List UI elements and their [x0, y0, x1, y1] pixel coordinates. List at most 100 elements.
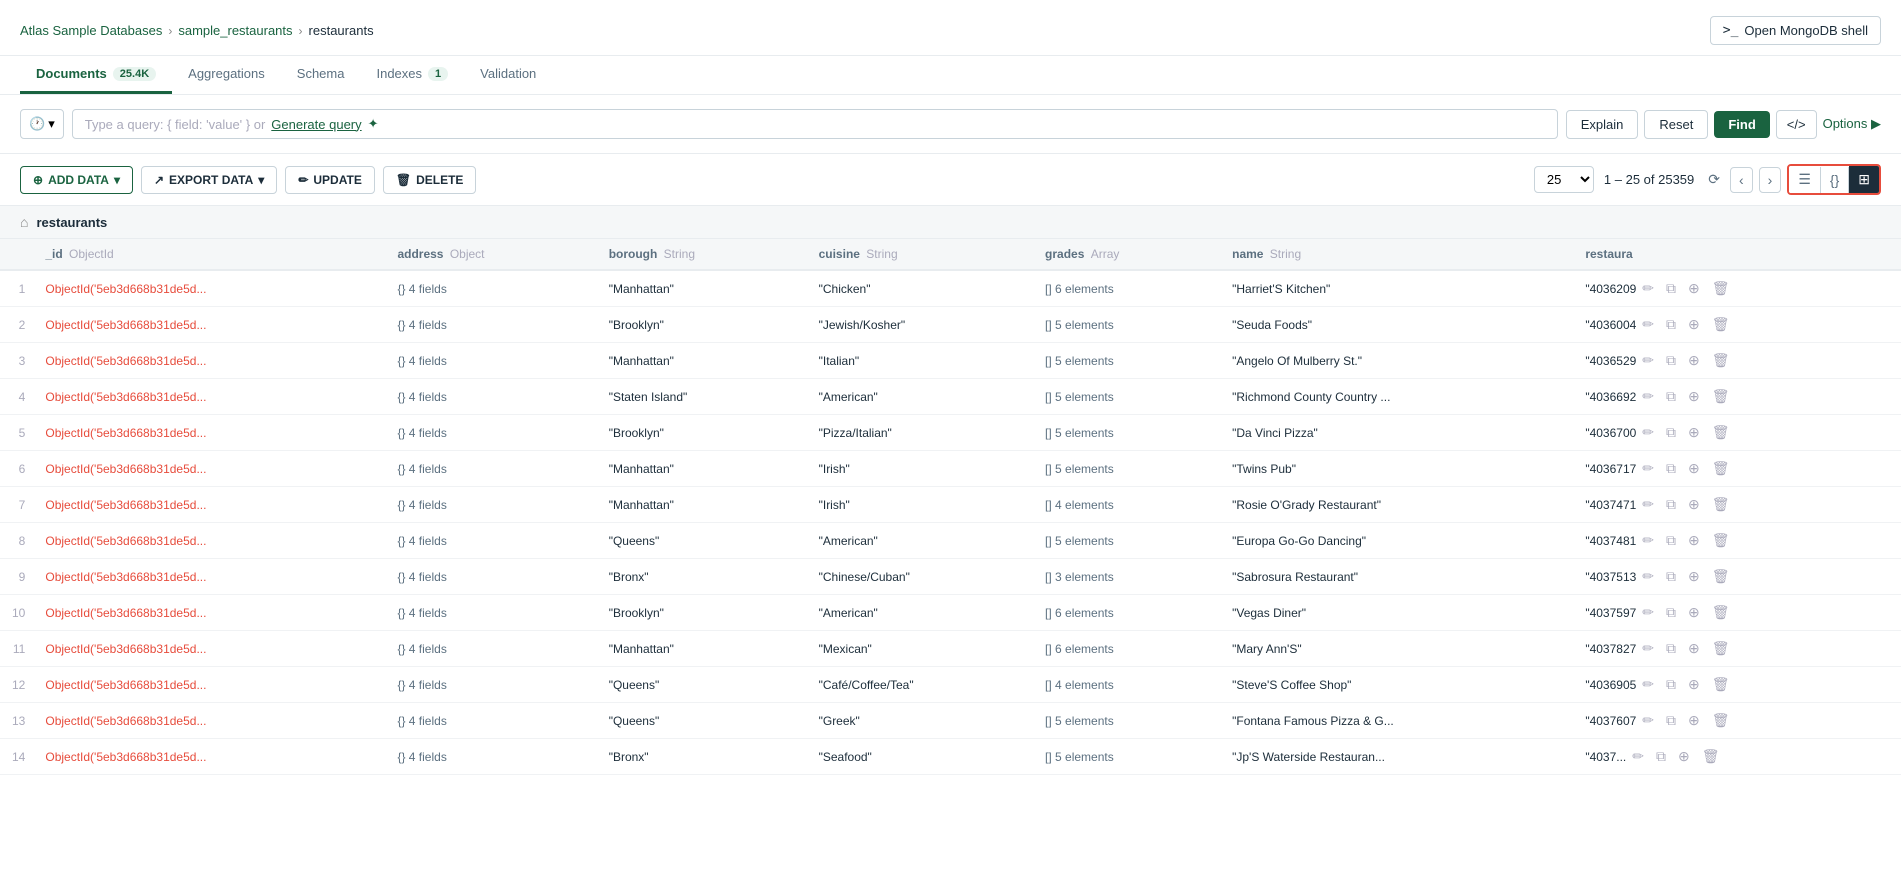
copy-row-button[interactable]: ⧉ — [1662, 422, 1680, 443]
delete-row-button[interactable]: 🗑 — [1708, 566, 1734, 587]
copy-row-button[interactable]: ⧉ — [1662, 494, 1680, 515]
delete-row-button[interactable]: 🗑 — [1708, 530, 1734, 551]
edit-row-button[interactable]: ✏ — [1638, 638, 1658, 659]
add-data-button[interactable]: ⊕ ADD DATA ▾ — [20, 166, 133, 194]
copy-row-button[interactable]: ⧉ — [1652, 746, 1670, 767]
delete-row-button[interactable]: 🗑 — [1708, 638, 1734, 659]
generate-query-link[interactable]: Generate query — [271, 117, 361, 132]
delete-row-button[interactable]: 🗑 — [1698, 746, 1724, 767]
export-data-button[interactable]: ↗ EXPORT DATA ▾ — [141, 166, 277, 194]
object-id-link[interactable]: ObjectId('5eb3d668b31de5d... — [45, 678, 206, 692]
clone-row-button[interactable]: ⊕ — [1684, 530, 1704, 551]
object-id-link[interactable]: ObjectId('5eb3d668b31de5d... — [45, 714, 206, 728]
refresh-button[interactable]: ⟳ — [1704, 167, 1724, 192]
tab-indexes[interactable]: Indexes 1 — [360, 56, 464, 94]
edit-row-button[interactable]: ✏ — [1638, 422, 1658, 443]
delete-row-button[interactable]: 🗑 — [1708, 422, 1734, 443]
clone-row-button[interactable]: ⊕ — [1684, 494, 1704, 515]
object-id-link[interactable]: ObjectId('5eb3d668b31de5d... — [45, 642, 206, 656]
delete-row-button[interactable]: 🗑 — [1708, 674, 1734, 695]
clone-row-button[interactable]: ⊕ — [1684, 638, 1704, 659]
delete-row-button[interactable]: 🗑 — [1708, 458, 1734, 479]
copy-row-button[interactable]: ⧉ — [1662, 530, 1680, 551]
delete-button[interactable]: 🗑 DELETE — [383, 166, 477, 194]
clone-row-button[interactable]: ⊕ — [1684, 278, 1704, 299]
copy-row-button[interactable]: ⧉ — [1662, 278, 1680, 299]
copy-row-button[interactable]: ⧉ — [1662, 674, 1680, 695]
copy-row-button[interactable]: ⧉ — [1662, 566, 1680, 587]
object-id-link[interactable]: ObjectId('5eb3d668b31de5d... — [45, 498, 206, 512]
edit-row-button[interactable]: ✏ — [1638, 314, 1658, 335]
explain-button[interactable]: Explain — [1566, 110, 1639, 139]
object-id-link[interactable]: ObjectId('5eb3d668b31de5d... — [45, 750, 206, 764]
copy-row-button[interactable]: ⧉ — [1662, 710, 1680, 731]
find-button[interactable]: Find — [1714, 111, 1769, 138]
delete-row-button[interactable]: 🗑 — [1708, 494, 1734, 515]
clone-row-button[interactable]: ⊕ — [1684, 350, 1704, 371]
edit-row-button[interactable]: ✏ — [1638, 494, 1658, 515]
delete-row-button[interactable]: 🗑 — [1708, 314, 1734, 335]
code-button[interactable]: </> — [1776, 110, 1817, 139]
edit-row-button[interactable]: ✏ — [1638, 458, 1658, 479]
object-id-link[interactable]: ObjectId('5eb3d668b31de5d... — [45, 318, 206, 332]
object-id-link[interactable]: ObjectId('5eb3d668b31de5d... — [45, 570, 206, 584]
query-history-button[interactable]: 🕐 ▾ — [20, 109, 64, 139]
reset-button[interactable]: Reset — [1644, 110, 1708, 139]
prev-page-button[interactable]: ‹ — [1730, 167, 1753, 193]
clone-row-button[interactable]: ⊕ — [1684, 314, 1704, 335]
object-id-link[interactable]: ObjectId('5eb3d668b31de5d... — [45, 606, 206, 620]
edit-row-button[interactable]: ✏ — [1638, 602, 1658, 623]
page-size-select[interactable]: 25 50 100 — [1534, 166, 1594, 193]
delete-row-button[interactable]: 🗑 — [1708, 386, 1734, 407]
edit-row-button[interactable]: ✏ — [1638, 278, 1658, 299]
clone-row-button[interactable]: ⊕ — [1684, 458, 1704, 479]
clone-row-button[interactable]: ⊕ — [1684, 710, 1704, 731]
tab-documents[interactable]: Documents 25.4K — [20, 56, 172, 94]
delete-row-button[interactable]: 🗑 — [1708, 350, 1734, 371]
clone-row-button[interactable]: ⊕ — [1684, 566, 1704, 587]
copy-row-button[interactable]: ⧉ — [1662, 386, 1680, 407]
copy-row-button[interactable]: ⧉ — [1662, 350, 1680, 371]
clone-row-button[interactable]: ⊕ — [1684, 674, 1704, 695]
clone-row-button[interactable]: ⊕ — [1684, 386, 1704, 407]
clone-row-button[interactable]: ⊕ — [1684, 602, 1704, 623]
edit-row-button[interactable]: ✏ — [1628, 746, 1648, 767]
object-id-link[interactable]: ObjectId('5eb3d668b31de5d... — [45, 282, 206, 296]
copy-row-button[interactable]: ⧉ — [1662, 314, 1680, 335]
copy-row-button[interactable]: ⧉ — [1662, 602, 1680, 623]
copy-row-button[interactable]: ⧉ — [1662, 458, 1680, 479]
tab-validation[interactable]: Validation — [464, 56, 552, 94]
update-button[interactable]: ✏ UPDATE — [285, 166, 375, 194]
clone-row-button[interactable]: ⊕ — [1674, 746, 1694, 767]
list-view-button[interactable]: ☰ — [1789, 166, 1820, 193]
next-page-button[interactable]: › — [1759, 167, 1782, 193]
object-id-link[interactable]: ObjectId('5eb3d668b31de5d... — [45, 426, 206, 440]
edit-row-button[interactable]: ✏ — [1638, 386, 1658, 407]
delete-row-button[interactable]: 🗑 — [1708, 710, 1734, 731]
copy-row-button[interactable]: ⧉ — [1662, 638, 1680, 659]
edit-row-button[interactable]: ✏ — [1638, 530, 1658, 551]
edit-row-button[interactable]: ✏ — [1638, 350, 1658, 371]
table-view-button[interactable]: ⊞ — [1849, 166, 1879, 193]
clone-row-button[interactable]: ⊕ — [1684, 422, 1704, 443]
object-id-link[interactable]: ObjectId('5eb3d668b31de5d... — [45, 354, 206, 368]
json-view-button[interactable]: {} — [1821, 167, 1848, 193]
edit-row-button[interactable]: ✏ — [1638, 674, 1658, 695]
open-shell-button[interactable]: >_ Open MongoDB shell — [1710, 16, 1881, 45]
breadcrumb-root[interactable]: Atlas Sample Databases — [20, 23, 162, 38]
row-cuisine: "Pizza/Italian" — [807, 415, 1033, 451]
delete-row-button[interactable]: 🗑 — [1708, 602, 1734, 623]
object-id-link[interactable]: ObjectId('5eb3d668b31de5d... — [45, 462, 206, 476]
tab-aggregations[interactable]: Aggregations — [172, 56, 281, 94]
object-id-link[interactable]: ObjectId('5eb3d668b31de5d... — [45, 534, 206, 548]
edit-row-button[interactable]: ✏ — [1638, 566, 1658, 587]
row-restaurant-id: "4036529 ✏ ⧉ ⊕ 🗑 — [1573, 343, 1901, 379]
delete-row-button[interactable]: 🗑 — [1708, 278, 1734, 299]
edit-row-button[interactable]: ✏ — [1638, 710, 1658, 731]
row-name: "Jp'S Waterside Restauran... — [1220, 739, 1573, 775]
options-button[interactable]: Options ▶ — [1823, 116, 1881, 132]
tab-schema[interactable]: Schema — [281, 56, 361, 94]
breadcrumb-db[interactable]: sample_restaurants — [178, 23, 292, 38]
object-id-link[interactable]: ObjectId('5eb3d668b31de5d... — [45, 390, 206, 404]
row-num: 7 — [0, 487, 33, 523]
